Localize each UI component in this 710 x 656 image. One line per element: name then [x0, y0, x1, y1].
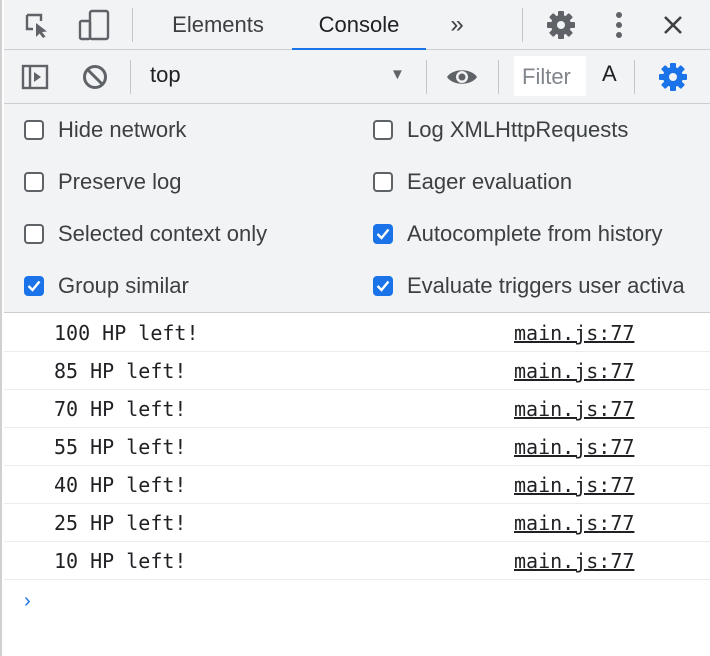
- console-message: 25 HP left! main.js:77: [4, 504, 710, 542]
- setting-label: Selected context only: [58, 221, 268, 246]
- checkbox[interactable]: [24, 224, 44, 244]
- setting-autocomplete-from-history[interactable]: Autocomplete from history: [373, 219, 663, 249]
- tab-elements[interactable]: Elements: [154, 0, 282, 50]
- setting-label: Hide network: [58, 117, 187, 142]
- source-link[interactable]: main.js:77: [514, 473, 634, 497]
- setting-preserve-log[interactable]: Preserve log: [24, 167, 182, 197]
- toolbar-divider: [130, 60, 131, 94]
- message-text: 100 HP left!: [54, 321, 199, 345]
- console-prompt-icon[interactable]: ›: [24, 590, 31, 613]
- tab-console[interactable]: Console: [292, 0, 426, 51]
- tabbar-divider: [132, 8, 133, 42]
- devtools-window: Elements Console » top ▼ Filter A Hide n…: [0, 0, 710, 656]
- case-sensitive-toggle[interactable]: A: [602, 61, 617, 87]
- filter-placeholder: Filter: [522, 64, 571, 89]
- toolbar-divider: [426, 60, 427, 94]
- source-link[interactable]: main.js:77: [514, 435, 634, 459]
- checkbox-checked[interactable]: [373, 224, 393, 244]
- message-text: 10 HP left!: [54, 549, 187, 573]
- checkbox-checked[interactable]: [24, 276, 44, 296]
- close-icon[interactable]: [656, 8, 690, 42]
- setting-label: Eager evaluation: [407, 169, 573, 194]
- setting-eager-evaluation[interactable]: Eager evaluation: [373, 167, 572, 197]
- tab-console-label: Console: [318, 12, 400, 37]
- dropdown-arrow-icon[interactable]: ▼: [390, 66, 405, 83]
- devtools-tabbar: Elements Console »: [4, 0, 710, 51]
- setting-label: Evaluate triggers user activa: [407, 273, 685, 298]
- source-link[interactable]: main.js:77: [514, 549, 634, 573]
- checkbox[interactable]: [24, 172, 44, 192]
- setting-label: Log XMLHttpRequests: [407, 117, 629, 142]
- tabbar-divider: [522, 8, 523, 42]
- source-link[interactable]: main.js:77: [514, 511, 634, 535]
- console-output: 100 HP left! main.js:77 85 HP left! main…: [4, 314, 710, 656]
- console-message: 10 HP left! main.js:77: [4, 542, 710, 580]
- filter-input[interactable]: Filter: [514, 56, 586, 96]
- message-text: 70 HP left!: [54, 397, 187, 421]
- message-text: 25 HP left!: [54, 511, 187, 535]
- tab-elements-label: Elements: [172, 12, 264, 37]
- context-selector[interactable]: top: [150, 62, 181, 88]
- setting-evaluate-triggers-user-activation[interactable]: Evaluate triggers user activa: [373, 271, 685, 301]
- console-message: 40 HP left! main.js:77: [4, 466, 710, 504]
- source-link[interactable]: main.js:77: [514, 359, 634, 383]
- more-tabs-icon[interactable]: »: [440, 8, 474, 42]
- gear-icon[interactable]: [656, 61, 690, 93]
- checkbox[interactable]: [373, 120, 393, 140]
- console-settings-panel: Hide network Preserve log Selected conte…: [4, 104, 710, 313]
- setting-group-similar[interactable]: Group similar: [24, 271, 189, 301]
- setting-hide-network[interactable]: Hide network: [24, 115, 186, 145]
- checkbox[interactable]: [373, 172, 393, 192]
- source-link[interactable]: main.js:77: [514, 321, 634, 345]
- message-text: 40 HP left!: [54, 473, 187, 497]
- kebab-menu-icon[interactable]: [602, 8, 636, 42]
- gear-icon[interactable]: [544, 8, 578, 42]
- more-tabs-glyph: »: [450, 11, 464, 38]
- setting-label: Preserve log: [58, 169, 182, 194]
- console-toolbar: top ▼ Filter A: [4, 50, 710, 104]
- setting-label: Group similar: [58, 273, 189, 298]
- setting-log-xmlhttprequests[interactable]: Log XMLHttpRequests: [373, 115, 628, 145]
- message-text: 55 HP left!: [54, 435, 187, 459]
- checkbox[interactable]: [24, 120, 44, 140]
- sidebar-toggle-icon[interactable]: [20, 62, 50, 92]
- console-message: 100 HP left! main.js:77: [4, 314, 710, 352]
- console-message: 85 HP left! main.js:77: [4, 352, 710, 390]
- clear-console-icon[interactable]: [80, 62, 110, 92]
- console-message: 55 HP left! main.js:77: [4, 428, 710, 466]
- message-text: 85 HP left!: [54, 359, 187, 383]
- source-link[interactable]: main.js:77: [514, 397, 634, 421]
- setting-label: Autocomplete from history: [407, 221, 663, 246]
- inspect-element-icon[interactable]: [22, 10, 52, 40]
- toolbar-divider: [634, 60, 635, 94]
- console-message: 70 HP left! main.js:77: [4, 390, 710, 428]
- checkbox-checked[interactable]: [373, 276, 393, 296]
- setting-selected-context-only[interactable]: Selected context only: [24, 219, 267, 249]
- device-toggle-icon[interactable]: [76, 8, 112, 42]
- toolbar-divider: [498, 60, 499, 94]
- eye-icon[interactable]: [444, 62, 480, 92]
